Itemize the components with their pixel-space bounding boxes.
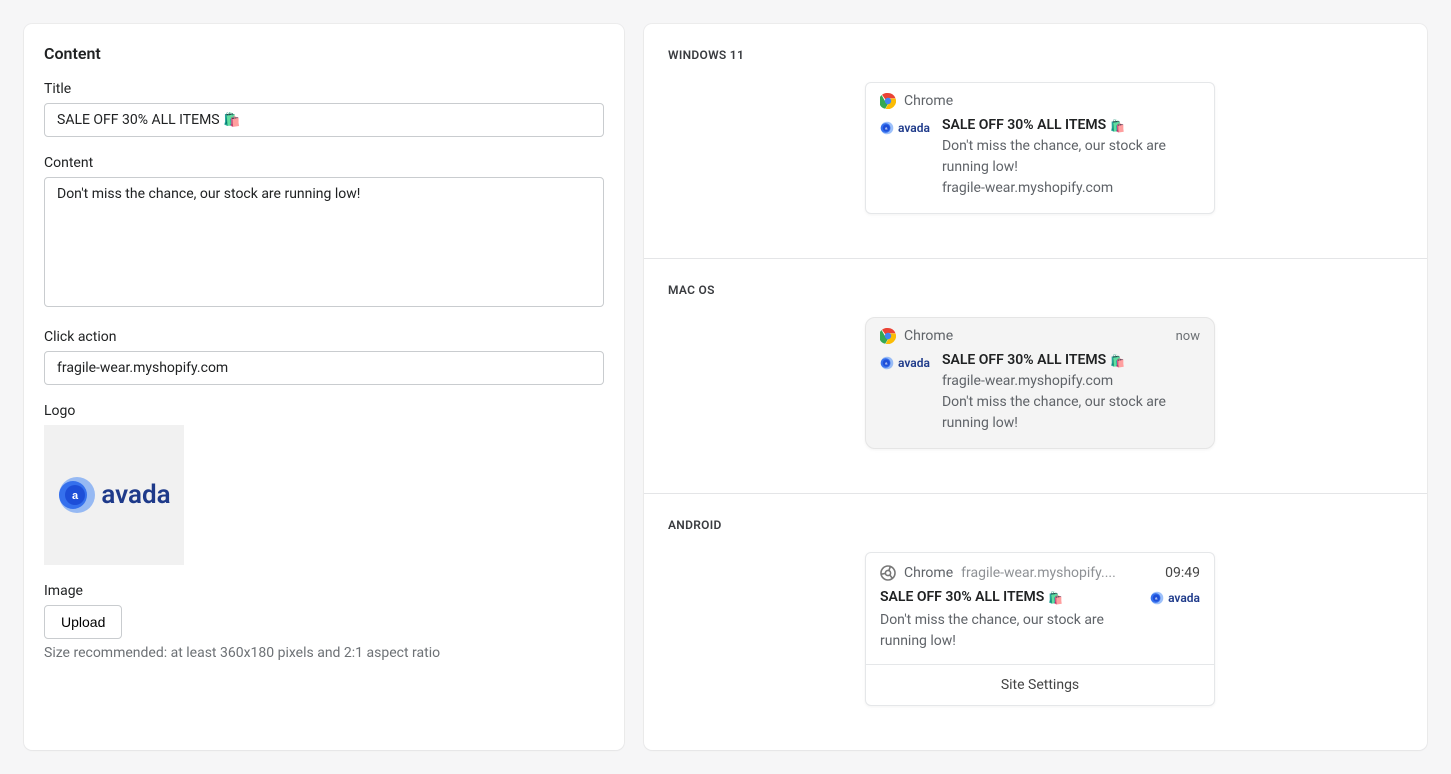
content-form-card: Content Title Content Click action Logo … (24, 24, 624, 750)
chrome-icon (880, 93, 896, 109)
logo-field: Logo avada (44, 403, 604, 565)
image-label: Image (44, 583, 604, 599)
content-field: Content (44, 155, 604, 311)
windows-preview-section: WINDOWS 11 Chrome avada (644, 24, 1427, 259)
windows-browser-name: Chrome (904, 93, 953, 109)
android-notification: Chrome fragile-wear.myshopify.... 09:49 … (865, 552, 1215, 706)
android-notif-title: SALE OFF 30% ALL ITEMS (880, 587, 1044, 608)
bags-icon: 🛍️ (1048, 592, 1063, 604)
windows-notif-body: Don't miss the chance, our stock are run… (942, 136, 1200, 178)
click-action-label: Click action (44, 329, 604, 345)
section-title: Content (44, 44, 604, 63)
avada-logo-icon: avada (57, 475, 170, 515)
image-field: Image Upload Size recommended: at least … (44, 583, 604, 661)
android-label: ANDROID (668, 518, 1403, 532)
click-action-input[interactable] (44, 351, 604, 385)
content-label: Content (44, 155, 604, 171)
image-hint: Size recommended: at least 360x180 pixel… (44, 645, 604, 661)
android-domain: fragile-wear.myshopify.... (961, 565, 1116, 581)
title-label: Title (44, 81, 604, 97)
mac-notification: Chrome now avada SALE OFF 30% ALL (865, 317, 1215, 449)
windows-notif-domain: fragile-wear.myshopify.com (942, 178, 1200, 199)
site-settings-button[interactable]: Site Settings (866, 664, 1214, 705)
click-action-field: Click action (44, 329, 604, 385)
windows-label: WINDOWS 11 (668, 48, 1403, 62)
windows-notif-title: SALE OFF 30% ALL ITEMS (942, 115, 1106, 136)
android-notif-body: Don't miss the chance, our stock are run… (880, 610, 1138, 652)
bags-icon: 🛍️ (1110, 120, 1125, 132)
windows-notification: Chrome avada SALE OFF 30% ALL ITEMS (865, 82, 1215, 214)
logo-brand-text: avada (101, 480, 170, 510)
logo-preview[interactable]: avada (44, 425, 184, 565)
avada-logo-icon: avada (1150, 591, 1200, 605)
mac-time: now (1176, 329, 1200, 344)
avada-logo-icon: avada (880, 121, 930, 135)
chrome-gray-icon (880, 565, 896, 581)
chrome-icon (880, 328, 896, 344)
upload-button[interactable]: Upload (44, 605, 122, 639)
android-browser-name: Chrome (904, 565, 953, 581)
android-time: 09:49 (1165, 565, 1200, 581)
mac-notif-title: SALE OFF 30% ALL ITEMS (942, 350, 1106, 371)
title-field: Title (44, 81, 604, 137)
mac-label: MAC OS (668, 283, 1403, 297)
mac-preview-section: MAC OS Chrome now avada (644, 259, 1427, 494)
preview-card: WINDOWS 11 Chrome avada (644, 24, 1427, 750)
mac-browser-name: Chrome (904, 328, 953, 344)
logo-label: Logo (44, 403, 604, 419)
avada-logo-icon: avada (880, 356, 930, 370)
mac-notif-domain: fragile-wear.myshopify.com (942, 371, 1200, 392)
content-textarea[interactable] (44, 177, 604, 307)
title-input[interactable] (44, 103, 604, 137)
bags-icon: 🛍️ (1110, 355, 1125, 367)
mac-notif-body: Don't miss the chance, our stock are run… (942, 392, 1200, 434)
android-preview-section: ANDROID Chrome fragile-wear.myshopify...… (644, 494, 1427, 750)
